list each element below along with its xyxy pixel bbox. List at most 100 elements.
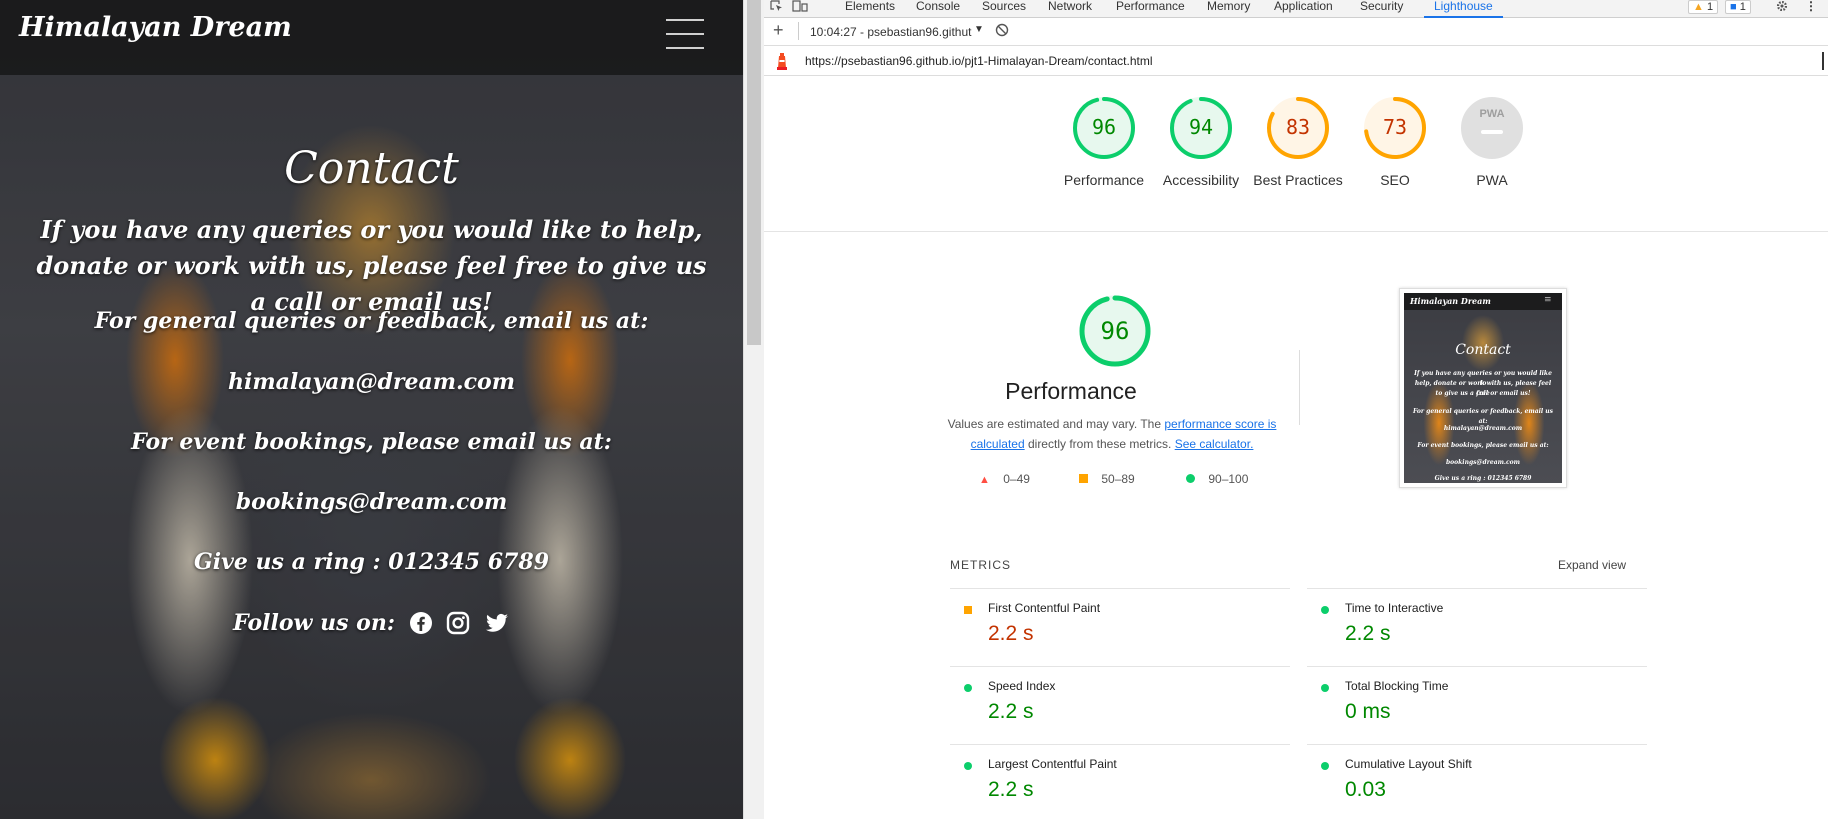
- circle-icon: [1321, 606, 1329, 614]
- metric-first-contentful-paint: First Contentful Paint 2.2 s: [950, 588, 1290, 666]
- facebook-icon[interactable]: [409, 611, 433, 641]
- hamburger-menu-icon[interactable]: [666, 19, 704, 49]
- metric-label: First Contentful Paint: [988, 601, 1101, 615]
- metric-value: 2.2 s: [1345, 622, 1391, 645]
- circle-icon: [964, 762, 972, 770]
- thumbnail-line: to give us a call or email us!: [1435, 390, 1531, 397]
- inspect-icon[interactable]: [770, 0, 784, 18]
- expand-view-toggle[interactable]: Expand view: [1558, 558, 1626, 572]
- gauge-performance[interactable]: 96 Performance: [1064, 96, 1144, 188]
- url-bar-edge: [1822, 52, 1824, 70]
- contact-intro: If you have any queries or you would lik…: [36, 215, 707, 316]
- metric-speed-index: Speed Index 2.2 s: [950, 666, 1290, 744]
- metrics-heading: METRICS: [950, 558, 1011, 572]
- triangle-icon: ▲: [979, 474, 990, 486]
- metric-label: Largest Contentful Paint: [988, 757, 1117, 771]
- audited-url[interactable]: https://psebastian96.github.io/pjt1-Hima…: [805, 54, 1153, 68]
- gauge-pwa[interactable]: PWA PWA: [1460, 96, 1524, 188]
- square-icon: [964, 606, 972, 614]
- gauge-label: PWA: [1476, 172, 1508, 188]
- metric-cumulative-layout-shift: Cumulative Layout Shift 0.03: [1307, 744, 1647, 819]
- devtools-tab-bar: Elements Console Sources Network Perform…: [764, 0, 1828, 18]
- contact-heading: Contact: [284, 143, 459, 194]
- thumbnail-heading: Contact: [1455, 342, 1511, 358]
- new-report-plus-icon[interactable]: +: [773, 20, 784, 41]
- metric-label: Total Blocking Time: [1345, 679, 1449, 693]
- thumbnail-logo: Himalayan Dream: [1410, 296, 1491, 306]
- clear-block-icon[interactable]: [995, 23, 1009, 40]
- performance-description: Values are estimated and may vary. The p…: [947, 417, 1277, 451]
- legend-fail: ▲ 0–49: [979, 472, 1030, 486]
- circle-icon: [1321, 684, 1329, 692]
- tab-application[interactable]: Application: [1274, 0, 1333, 18]
- metric-value: 0 ms: [1345, 700, 1391, 723]
- metric-value: 2.2 s: [988, 778, 1034, 801]
- circle-icon: [964, 684, 972, 692]
- gauge-score: 83: [1285, 115, 1311, 139]
- performance-heading: Performance: [1005, 378, 1137, 404]
- device-toolbar-icon[interactable]: [792, 0, 808, 18]
- lighthouse-toolbar: + 10:04:27 - psebastian96.githut ▼: [764, 18, 1828, 46]
- website-preview: Himalayan Dream Contact If you have any …: [0, 0, 743, 819]
- performance-main-gauge[interactable]: 96: [1078, 294, 1152, 368]
- tab-performance[interactable]: Performance: [1116, 0, 1185, 18]
- performance-main-score: 96: [1100, 317, 1130, 345]
- dropdown-arrow-icon[interactable]: ▼: [974, 24, 984, 35]
- final-screenshot: Himalayan Dream ≡ Contact If you have an…: [1404, 293, 1562, 483]
- events-label: For event bookings, please email us at:: [131, 429, 612, 455]
- preview-scrollbar-thumb[interactable]: [747, 0, 761, 345]
- report-selector[interactable]: 10:04:27 - psebastian96.githut: [810, 25, 971, 39]
- tab-security[interactable]: Security: [1360, 0, 1403, 18]
- pwa-dash: [1481, 130, 1503, 134]
- metric-value: 0.03: [1345, 778, 1386, 801]
- gauge-score: 96: [1091, 115, 1117, 139]
- settings-gear-icon[interactable]: [1775, 0, 1789, 18]
- gauge-accessibility[interactable]: 94 Accessibility: [1163, 96, 1239, 188]
- thumbnail-line: himalayan@dream.com: [1443, 425, 1523, 432]
- twitter-icon[interactable]: [484, 611, 510, 641]
- pwa-badge-icon: PWA: [1460, 96, 1524, 160]
- messages-badge[interactable]: ■ 1: [1725, 0, 1751, 14]
- tab-console[interactable]: Console: [916, 0, 960, 18]
- vertical-divider: [1299, 350, 1300, 425]
- warnings-badge[interactable]: ▲ 1: [1688, 0, 1719, 14]
- legend-average: 50–89: [1079, 472, 1135, 486]
- metric-largest-contentful-paint: Largest Contentful Paint 2.2 s: [950, 744, 1290, 819]
- thumbnail-line: bookings@dream.com: [1445, 459, 1521, 466]
- legend-pass: 90–100: [1186, 472, 1248, 486]
- warning-icon: ▲: [1693, 1, 1704, 13]
- thumbnail-hamburger-icon: ≡: [1544, 295, 1552, 305]
- more-options-icon[interactable]: ⋮: [1805, 0, 1818, 18]
- bookings-email-link[interactable]: bookings@dream.com: [25, 489, 718, 515]
- lighthouse-logo-icon: [775, 52, 789, 73]
- audited-url-bar: https://psebastian96.github.io/pjt1-Hima…: [764, 46, 1828, 76]
- see-calculator-link[interactable]: See calculator.: [1175, 437, 1254, 451]
- thumbnail-navbar: Himalayan Dream ≡: [1404, 293, 1562, 310]
- thumbnail-line: Give us a ring : 012345 6789: [1434, 475, 1532, 482]
- site-navbar: Himalayan Dream: [0, 0, 743, 75]
- circle-icon: [1321, 762, 1329, 770]
- metric-total-blocking-time: Total Blocking Time 0 ms: [1307, 666, 1647, 744]
- tab-lighthouse[interactable]: Lighthouse: [1424, 0, 1503, 18]
- tab-sources[interactable]: Sources: [982, 0, 1026, 18]
- instagram-icon[interactable]: [446, 611, 470, 641]
- tab-elements[interactable]: Elements: [845, 0, 895, 18]
- gauge-score: 73: [1382, 115, 1408, 139]
- general-email-link[interactable]: himalayan@dream.com: [25, 369, 718, 395]
- gauge-seo[interactable]: 73 SEO: [1363, 96, 1427, 188]
- gauge-best-practices[interactable]: 83 Best Practices: [1253, 96, 1343, 188]
- thumbnail-line: For event bookings, please email us at:: [1417, 442, 1549, 449]
- metric-time-to-interactive: Time to Interactive 2.2 s: [1307, 588, 1647, 666]
- final-screenshot-frame[interactable]: Himalayan Dream ≡ Contact If you have an…: [1399, 288, 1567, 488]
- phone-number: Give us a ring : 012345 6789: [193, 549, 550, 575]
- follow-row: Follow us on:: [25, 610, 718, 641]
- site-logo[interactable]: Himalayan Dream: [19, 12, 292, 43]
- metric-value: 2.2 s: [988, 622, 1034, 645]
- tab-network[interactable]: Network: [1048, 0, 1092, 18]
- metric-label: Cumulative Layout Shift: [1345, 757, 1472, 771]
- tab-memory[interactable]: Memory: [1207, 0, 1250, 18]
- toolbar-divider: [798, 22, 799, 40]
- contact-section: Contact If you have any queries or you w…: [25, 75, 718, 670]
- circle-icon: [1186, 474, 1195, 483]
- square-icon: [1079, 474, 1088, 483]
